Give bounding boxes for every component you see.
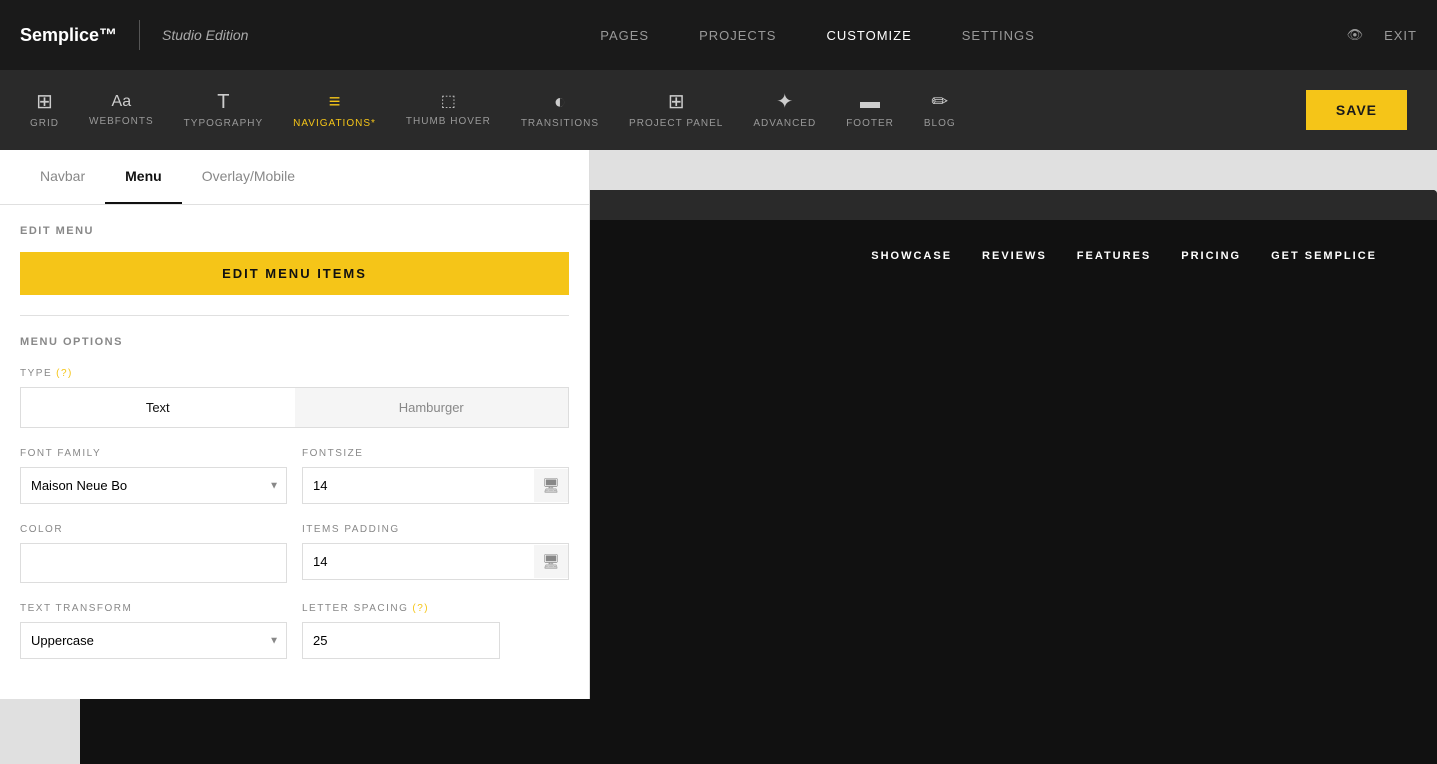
- panel-header: ··· Navbar Menu Overlay/Mobile: [0, 150, 589, 205]
- font-family-select[interactable]: Maison Neue Bo: [20, 467, 287, 504]
- items-padding-input-wrapper: 🖥: [302, 543, 569, 580]
- typography-label: TYPOGRAPHY: [184, 118, 263, 129]
- typography-icon: T: [217, 92, 229, 112]
- toolbar-typography[interactable]: T TYPOGRAPHY: [184, 92, 263, 129]
- edit-menu-title: EDIT MENU: [20, 225, 569, 237]
- navigations-icon: ≡: [329, 92, 341, 112]
- thumbhover-icon: ⬚: [441, 94, 456, 110]
- toolbar-transitions[interactable]: ◐ TRANSITIONS: [521, 92, 599, 129]
- fontsize-input-wrapper: 🖥: [302, 467, 569, 504]
- fontsize-input[interactable]: [303, 468, 534, 503]
- site-nav-reviews: REVIEWS: [982, 250, 1047, 262]
- transitions-icon: ◐: [554, 92, 566, 112]
- blog-icon: ✏: [931, 92, 948, 112]
- site-nav-features: FEATURES: [1077, 250, 1151, 262]
- advanced-icon: ✦: [776, 92, 793, 112]
- toolbar-webfonts[interactable]: Aa WEBFONTS: [89, 94, 154, 127]
- toolbar-advanced[interactable]: ✦ ADVANCED: [753, 92, 816, 129]
- letter-spacing-label: LETTER SPACING (?): [302, 603, 569, 614]
- letter-spacing-help-link[interactable]: (?): [412, 603, 429, 614]
- site-nav-showcase: SHOWCASE: [871, 250, 952, 262]
- site-nav-pricing: PRICING: [1181, 250, 1241, 262]
- nav-settings[interactable]: SETTINGS: [962, 28, 1035, 43]
- text-transform-select[interactable]: Uppercase Lowercase None: [20, 622, 287, 659]
- transitions-label: TRANSITIONS: [521, 118, 599, 129]
- type-label-text: TYPE: [20, 368, 52, 379]
- navigations-label: NAVIGATIONS*: [293, 118, 376, 129]
- type-hamburger-button[interactable]: Hamburger: [295, 388, 569, 427]
- nav-links: PAGES PROJECTS CUSTOMIZE SETTINGS: [288, 28, 1346, 43]
- font-row: FONT FAMILY Maison Neue Bo ▼ FONTSIZE 🖥: [20, 448, 569, 504]
- edition-label: Studio Edition: [162, 27, 248, 43]
- items-padding-screen-icon[interactable]: 🖥: [534, 545, 568, 578]
- logo-divider: [139, 20, 140, 50]
- color-group: COLOR: [20, 524, 287, 583]
- fontsize-group: FONTSIZE 🖥: [302, 448, 569, 504]
- toolbar: ⊞ GRID Aa WEBFONTS T TYPOGRAPHY ≡ NAVIGA…: [0, 70, 1437, 150]
- tab-overlay-mobile[interactable]: Overlay/Mobile: [182, 150, 315, 204]
- type-field-label: TYPE (?): [20, 368, 569, 379]
- customization-panel: ··· Navbar Menu Overlay/Mobile EDIT MENU…: [0, 150, 590, 699]
- edit-menu-items-button[interactable]: EDIT MENU ITEMS: [20, 252, 569, 295]
- color-padding-row: COLOR ITEMS PADDING 🖥: [20, 524, 569, 583]
- font-family-group: FONT FAMILY Maison Neue Bo ▼: [20, 448, 287, 504]
- advanced-label: ADVANCED: [753, 118, 816, 129]
- webfonts-label: WEBFONTS: [89, 116, 154, 127]
- grid-icon: ⊞: [36, 92, 53, 112]
- letter-spacing-input[interactable]: [302, 622, 500, 659]
- logo: Semplice™: [20, 25, 117, 46]
- save-button[interactable]: SAVE: [1306, 90, 1407, 130]
- tab-menu[interactable]: Menu: [105, 150, 182, 204]
- toolbar-items: ⊞ GRID Aa WEBFONTS T TYPOGRAPHY ≡ NAVIGA…: [30, 92, 956, 129]
- type-toggle-group: Text Hamburger: [20, 387, 569, 428]
- footer-label: FOOTER: [846, 118, 894, 129]
- top-navigation: Semplice™ Studio Edition PAGES PROJECTS …: [0, 0, 1437, 70]
- color-label: COLOR: [20, 524, 287, 535]
- toolbar-projectpanel[interactable]: ⊞ PROJECT PANEL: [629, 92, 723, 129]
- nav-projects[interactable]: PROJECTS: [699, 28, 776, 43]
- toolbar-thumbhover[interactable]: ⬚ THUMB HOVER: [406, 94, 491, 127]
- footer-icon: ▬: [860, 92, 880, 112]
- font-family-select-wrapper: Maison Neue Bo ▼: [20, 467, 287, 504]
- blog-label: BLOG: [924, 118, 956, 129]
- toolbar-navigations[interactable]: ≡ NAVIGATIONS*: [293, 92, 376, 129]
- letter-spacing-group: LETTER SPACING (?): [302, 603, 569, 659]
- menu-options-title: MENU OPTIONS: [20, 315, 569, 348]
- logo-area: Semplice™ Studio Edition: [20, 20, 248, 50]
- letter-spacing-label-text: LETTER SPACING: [302, 603, 408, 614]
- panel-body: EDIT MENU EDIT MENU ITEMS MENU OPTIONS T…: [0, 205, 589, 699]
- items-padding-input[interactable]: [303, 544, 534, 579]
- grid-label: GRID: [30, 118, 59, 129]
- toolbar-grid[interactable]: ⊞ GRID: [30, 92, 59, 129]
- fontsize-screen-icon[interactable]: 🖥: [534, 469, 568, 502]
- type-text-button[interactable]: Text: [21, 388, 295, 427]
- type-help-link[interactable]: (?): [56, 368, 73, 379]
- color-swatch[interactable]: [20, 543, 287, 583]
- nav-pages[interactable]: PAGES: [600, 28, 649, 43]
- main-area: SHOWCASE REVIEWS FEATURES PRICING GET SE…: [0, 150, 1437, 764]
- site-nav-getsemplice: GET SEMPLICE: [1271, 250, 1377, 262]
- nav-right: 👁 EXIT: [1347, 27, 1417, 43]
- font-family-label: FONT FAMILY: [20, 448, 287, 459]
- webfonts-icon: Aa: [112, 94, 132, 110]
- text-transform-group: TEXT TRANSFORM Uppercase Lowercase None …: [20, 603, 287, 659]
- exit-button[interactable]: EXIT: [1384, 28, 1417, 43]
- preview-icon[interactable]: 👁: [1347, 27, 1365, 43]
- projectpanel-label: PROJECT PANEL: [629, 118, 723, 129]
- items-padding-label: ITEMS PADDING: [302, 524, 569, 535]
- fontsize-label: FONTSIZE: [302, 448, 569, 459]
- items-padding-group: ITEMS PADDING 🖥: [302, 524, 569, 583]
- toolbar-footer[interactable]: ▬ FOOTER: [846, 92, 894, 129]
- projectpanel-icon: ⊞: [668, 92, 685, 112]
- nav-customize[interactable]: CUSTOMIZE: [826, 28, 911, 43]
- toolbar-blog[interactable]: ✏ BLOG: [924, 92, 956, 129]
- transform-spacing-row: TEXT TRANSFORM Uppercase Lowercase None …: [20, 603, 569, 659]
- text-transform-select-wrapper: Uppercase Lowercase None ▼: [20, 622, 287, 659]
- text-transform-label: TEXT TRANSFORM: [20, 603, 287, 614]
- thumbhover-label: THUMB HOVER: [406, 116, 491, 127]
- site-nav-links: SHOWCASE REVIEWS FEATURES PRICING GET SE…: [871, 250, 1377, 262]
- tab-navbar[interactable]: Navbar: [20, 150, 105, 204]
